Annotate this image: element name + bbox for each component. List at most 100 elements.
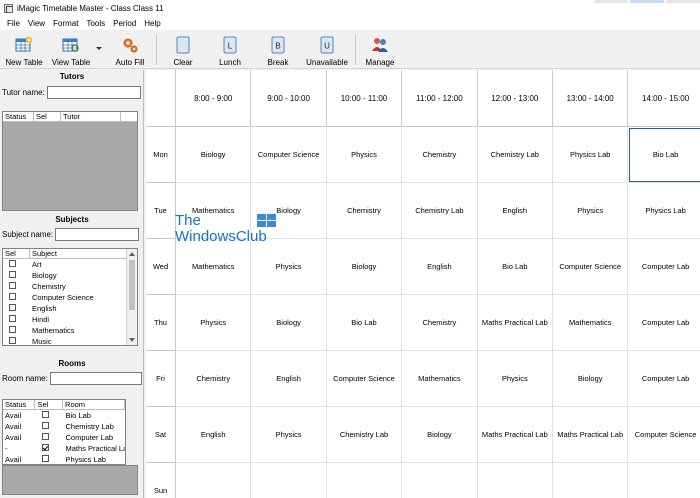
timetable-cell[interactable]: English (402, 239, 478, 295)
scroll-thumb[interactable] (129, 260, 135, 310)
room-name-input[interactable] (49, 372, 142, 385)
checkbox[interactable] (9, 337, 16, 344)
day-header[interactable]: Sun (146, 463, 176, 498)
subject-row[interactable]: Art (3, 259, 137, 270)
timetable-cell[interactable]: Chemistry Lab (477, 127, 553, 183)
timetable-cell[interactable]: Biology (251, 295, 327, 351)
timetable-cell[interactable]: Chemistry (402, 127, 478, 183)
timetable-cell[interactable] (402, 463, 478, 498)
checkbox[interactable] (9, 293, 16, 300)
checkbox[interactable] (41, 422, 49, 429)
checkbox[interactable] (9, 282, 16, 289)
timetable-cell[interactable]: Physics Lab (553, 127, 629, 183)
subject-row[interactable]: Hindi (3, 314, 137, 325)
timetable-cell[interactable]: Maths Practical Lab (477, 295, 553, 351)
timetable-cell[interactable] (553, 463, 629, 498)
new-table-button[interactable]: New Table (4, 31, 44, 69)
subject-row[interactable]: Mathematics (3, 325, 137, 336)
column-header-sel[interactable]: Sel (34, 112, 61, 121)
timetable-cell[interactable]: Computer Lab (628, 295, 700, 351)
break-button[interactable]: B Break (263, 31, 293, 69)
checkbox[interactable] (41, 411, 49, 418)
menu-help[interactable]: Help (140, 19, 164, 28)
timetable-cell[interactable]: English (251, 351, 327, 407)
day-header[interactable]: Wed (146, 239, 176, 295)
period-header[interactable]: 14:00 - 15:00 (628, 70, 700, 127)
period-header[interactable]: 9:00 - 10:00 (251, 70, 327, 127)
column-header-sel[interactable]: Sel (3, 249, 30, 258)
menu-file[interactable]: File (3, 19, 24, 28)
timetable-cell[interactable]: English (176, 407, 252, 463)
manage-button[interactable]: Manage (362, 31, 398, 69)
menu-tools[interactable]: Tools (82, 19, 109, 28)
subject-name-input[interactable] (55, 228, 140, 241)
timetable-cell[interactable] (326, 463, 403, 498)
room-row[interactable]: Avail Bio Lab (3, 410, 125, 421)
rooms-list[interactable]: Status Sel Room Avail Bio Lab Avail Chemis… (2, 399, 126, 465)
checkbox[interactable] (9, 271, 16, 278)
scroll-up-icon[interactable] (129, 252, 135, 256)
timetable-cell[interactable]: Physics (477, 351, 553, 407)
checkbox[interactable] (41, 433, 49, 440)
period-header[interactable]: 8:00 - 9:00 (176, 70, 252, 127)
timetable-cell[interactable]: Physics (553, 183, 629, 239)
room-row[interactable]: Avail Computer Lab (3, 432, 125, 443)
timetable-cell[interactable]: Biology (553, 351, 629, 407)
subjects-list[interactable]: Sel Subject Art Biology Chemistry Comput… (2, 248, 138, 346)
column-header-status[interactable]: Status (3, 112, 34, 121)
subject-row[interactable]: Chemistry (3, 281, 137, 292)
period-header[interactable]: 11:00 - 12:00 (402, 70, 478, 127)
timetable-cell[interactable]: Physics (176, 295, 252, 351)
timetable-cell[interactable]: Bio Lab (326, 295, 403, 351)
period-header[interactable]: 13:00 - 14:00 (553, 70, 629, 127)
timetable-cell[interactable]: Chemistry (326, 183, 403, 239)
timetable-cell[interactable]: Computer Science (326, 351, 403, 407)
timetable-cell[interactable]: Mathematics (402, 351, 478, 407)
day-header[interactable]: Tue (146, 183, 176, 239)
timetable-cell[interactable]: Mathematics (553, 295, 629, 351)
room-row[interactable]: Avail Physics Lab (3, 454, 125, 464)
scroll-down-icon[interactable] (129, 338, 135, 342)
timetable-cell[interactable]: English (477, 183, 553, 239)
subject-row[interactable]: Biology (3, 270, 137, 281)
checkbox[interactable] (9, 326, 16, 333)
unavailable-button[interactable]: U Unavailable (304, 31, 350, 69)
auto-fill-button[interactable]: Auto Fill (112, 31, 148, 69)
checkbox[interactable] (9, 315, 16, 322)
timetable-cell[interactable]: Biology (176, 127, 252, 183)
view-table-dropdown-icon[interactable] (96, 47, 102, 50)
timetable-cell[interactable]: Chemistry (176, 351, 252, 407)
timetable-cell[interactable]: Chemistry Lab (326, 407, 403, 463)
timetable-cell[interactable]: Maths Practical Lab (553, 407, 629, 463)
clear-button[interactable]: Clear (168, 31, 198, 69)
timetable-cell[interactable]: Computer Science (628, 407, 700, 463)
checkbox[interactable] (41, 455, 49, 462)
timetable-cell[interactable]: Chemistry (402, 295, 478, 351)
timetable-cell[interactable] (176, 463, 252, 498)
room-row[interactable]: - Maths Practical Lab (3, 443, 125, 454)
tutor-name-input[interactable] (46, 86, 141, 99)
menu-view[interactable]: View (24, 19, 49, 28)
timetable-grid[interactable]: 8:00 - 9:00 9:00 - 10:00 10:00 - 11:00 11:0… (146, 70, 700, 498)
timetable-cell[interactable] (477, 463, 553, 498)
view-table-button[interactable]: View Table (50, 31, 92, 69)
day-header[interactable]: Thu (146, 295, 176, 351)
column-header-room[interactable]: Room (63, 400, 125, 409)
timetable-cell[interactable] (628, 463, 700, 498)
timetable-cell[interactable]: Computer Lab (628, 351, 700, 407)
timetable-cell[interactable]: Physics Lab (628, 183, 700, 239)
timetable-cell[interactable]: Computer Lab (628, 239, 700, 295)
timetable-cell[interactable]: Bio Lab (628, 127, 700, 183)
day-header[interactable]: Sat (146, 407, 176, 463)
column-header-subject[interactable]: Subject (30, 249, 127, 258)
column-header-sel[interactable]: Sel (35, 400, 64, 409)
column-header-tutor[interactable]: Tutor (61, 112, 121, 121)
checkbox[interactable] (9, 304, 16, 311)
timetable-cell[interactable]: Physics (251, 407, 327, 463)
day-header[interactable]: Fri (146, 351, 176, 407)
subject-row[interactable]: Computer Science (3, 292, 137, 303)
column-header-status[interactable]: Status (3, 400, 36, 409)
timetable-cell[interactable]: Chemistry Lab (402, 183, 478, 239)
timetable-cell[interactable]: Computer Science (251, 127, 327, 183)
timetable-cell[interactable] (251, 463, 327, 498)
